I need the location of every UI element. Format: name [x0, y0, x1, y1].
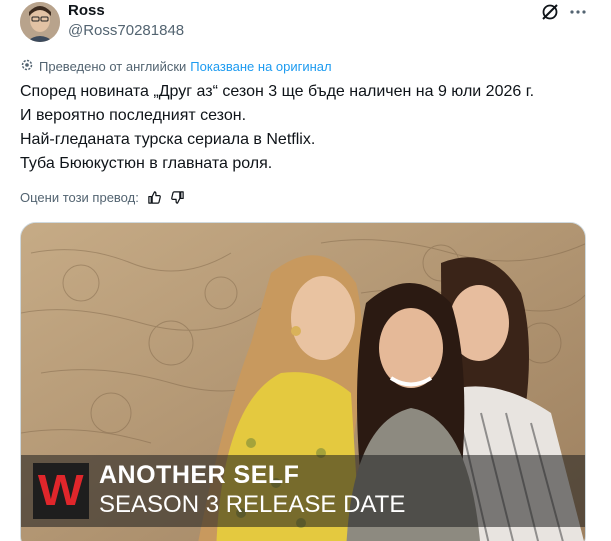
- rate-label: Оцени този превод:: [20, 190, 139, 205]
- media-image[interactable]: W ANOTHER SELF SEASON 3 RELEASE DATE: [20, 222, 586, 541]
- author-name[interactable]: Ross: [68, 2, 105, 19]
- tweet-line: И вероятно последният сезон.: [20, 107, 247, 124]
- poster-subtitle: SEASON 3 RELEASE DATE: [99, 491, 406, 518]
- thumbs-up-icon[interactable]: [147, 190, 162, 205]
- translate-gear-icon: [20, 58, 39, 75]
- grok-slash-icon[interactable]: [540, 2, 560, 22]
- author-handle[interactable]: @Ross70281848: [68, 22, 184, 39]
- avatar[interactable]: [20, 2, 60, 42]
- more-dots-icon[interactable]: [568, 2, 588, 22]
- tweet-line: Туба Бююкустюн в главната роля.: [20, 155, 273, 172]
- tweet-text: Според новината „Друг аз“ сезон 3 ще бъд…: [20, 80, 595, 176]
- rate-translation: Оцени този превод:: [20, 190, 185, 205]
- thumbs-down-icon[interactable]: [170, 190, 185, 205]
- show-original-link[interactable]: Показване на оригинал: [190, 59, 331, 74]
- poster-title: ANOTHER SELF: [99, 461, 300, 489]
- tweet-line: Според новината „Друг аз“ сезон 3 ще бъд…: [20, 83, 535, 100]
- logo-badge: W: [33, 463, 89, 519]
- translated-label: Преведено от английски: [39, 59, 187, 74]
- logo-letter: W: [38, 466, 84, 515]
- tweet-line: Най-гледаната турска сериала в Netflix.: [20, 131, 316, 148]
- translation-notice: Преведено от английски Показване на ориг…: [20, 58, 332, 75]
